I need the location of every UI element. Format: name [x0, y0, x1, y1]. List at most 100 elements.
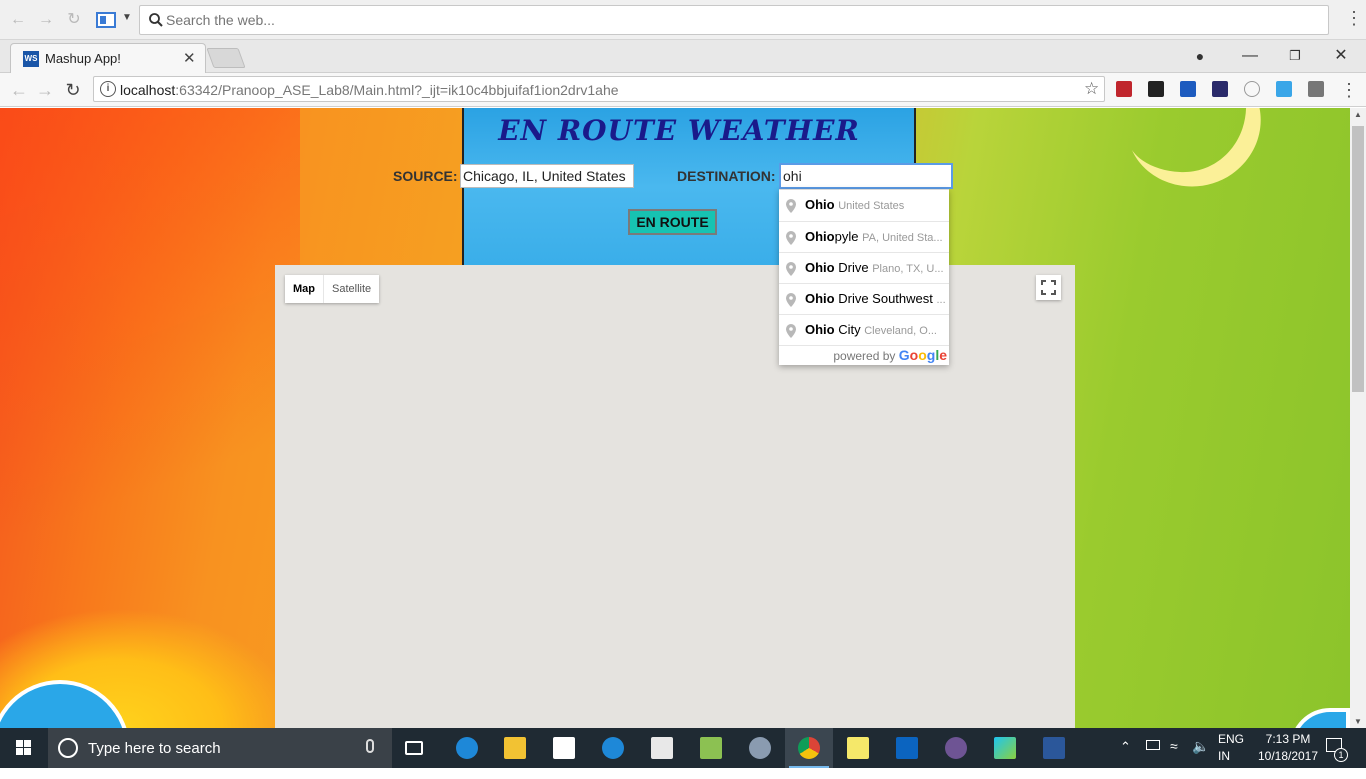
compass-icon [602, 737, 624, 759]
close-window-icon[interactable]: ✕ [1329, 46, 1353, 66]
outlook-icon [896, 737, 918, 759]
start-button[interactable] [0, 728, 48, 768]
profile-icon[interactable]: ● [1188, 46, 1212, 66]
microphone-icon[interactable] [366, 739, 374, 753]
source-label: SOURCE: [393, 168, 458, 184]
scroll-up-icon[interactable]: ▲ [1354, 110, 1362, 119]
chrome-button[interactable] [785, 728, 833, 768]
mail-button[interactable] [638, 728, 686, 768]
edge-icon [456, 737, 478, 759]
destination-input[interactable] [779, 163, 953, 189]
web-search-box[interactable] [139, 5, 1329, 35]
reload-icon[interactable]: ↻ [62, 79, 84, 101]
extension-gray-icon[interactable] [1308, 81, 1324, 97]
info-icon[interactable]: i [100, 81, 116, 97]
wifi-icon[interactable]: ≈ [1170, 738, 1178, 778]
map-pin-icon [786, 199, 796, 213]
webstorm-icon [994, 737, 1016, 759]
webstorm-favicon-icon: WS [23, 51, 39, 67]
map-pin-icon [786, 293, 796, 307]
url-text[interactable]: localhost:63342/Pranoop_ASE_Lab8/Main.ht… [120, 82, 619, 98]
github-icon [945, 737, 967, 759]
extension-dark-icon[interactable] [1212, 81, 1228, 97]
window-selector-button[interactable]: ▼ [96, 10, 132, 30]
new-tab-button[interactable] [206, 48, 246, 68]
en-route-button[interactable]: EN ROUTE [628, 209, 717, 235]
extension-red-icon[interactable] [1116, 81, 1132, 97]
battery-icon[interactable] [1146, 740, 1160, 750]
more-options-icon[interactable]: ⋮ [1345, 8, 1363, 29]
sticky-notes-icon [847, 737, 869, 759]
cortana-icon [58, 738, 78, 758]
r-app-icon [749, 737, 771, 759]
fullscreen-icon [1041, 280, 1056, 295]
file-explorer-button[interactable] [491, 728, 539, 768]
autocomplete-item[interactable]: Ohio United States [779, 190, 949, 221]
minimize-icon[interactable]: — [1238, 46, 1262, 66]
window-icon [96, 12, 116, 28]
language-indicator[interactable]: ENG IN [1218, 731, 1244, 765]
autocomplete-item[interactable]: Ohio Drive Southwest ... [779, 283, 949, 314]
web-search-input[interactable] [166, 10, 1316, 30]
scroll-down-icon[interactable]: ▼ [1354, 717, 1362, 726]
forward-icon[interactable]: → [34, 79, 56, 101]
restore-icon[interactable]: ❐ [1283, 46, 1307, 66]
map-pin-icon [786, 324, 796, 338]
back-arrow-icon[interactable]: ← [8, 10, 28, 30]
outlook-button[interactable] [883, 728, 931, 768]
show-hidden-icons[interactable]: ⌃ [1120, 739, 1131, 779]
app-title: EN ROUTE WEATHER [498, 114, 860, 147]
chrome-menu-icon[interactable]: ⋮ [1338, 79, 1360, 101]
volume-icon[interactable]: 🔈 [1192, 738, 1209, 778]
windows-taskbar: Type here to search ⌃ ≈ 🔈 ENG IN 7:13 PM 1… [0, 728, 1366, 768]
extension-weather-icon[interactable] [1276, 81, 1292, 97]
store-icon [553, 737, 575, 759]
autocomplete-dropdown: Ohio United States Ohiopyle PA, United S… [779, 189, 949, 365]
autocomplete-item[interactable]: Ohio City Cleveland, O... [779, 314, 949, 345]
r-app-button[interactable] [736, 728, 784, 768]
mail-icon [651, 737, 673, 759]
search-icon [149, 13, 163, 27]
page-scrollbar[interactable]: ▲ ▼ [1350, 108, 1366, 728]
forward-arrow-icon[interactable]: → [36, 10, 56, 30]
refresh-icon[interactable]: ↻ [64, 10, 84, 30]
map-canvas[interactable]: Map Satellite [275, 265, 1075, 728]
word-icon [1043, 737, 1065, 759]
bookmark-star-icon[interactable]: ☆ [1084, 79, 1099, 99]
task-view-button[interactable] [392, 728, 440, 768]
fullscreen-button[interactable] [1036, 275, 1061, 300]
edge-button[interactable] [443, 728, 491, 768]
tab-mashup-app[interactable]: WS Mashup App! ✕ [10, 43, 206, 73]
windows-logo-icon [16, 740, 31, 755]
chart-app-button[interactable] [687, 728, 735, 768]
autocomplete-item[interactable]: Ohiopyle PA, United Sta... [779, 221, 949, 252]
map-type-map-button[interactable]: Map [285, 275, 324, 303]
webstorm-button[interactable] [981, 728, 1029, 768]
clock[interactable]: 7:13 PM 10/18/2017 [1252, 731, 1324, 765]
taskbar-search-box[interactable]: Type here to search [48, 728, 392, 768]
scroll-thumb[interactable] [1352, 126, 1364, 392]
github-button[interactable] [932, 728, 980, 768]
app-button[interactable] [589, 728, 637, 768]
outer-toolbar: ← → ↻ ▼ ⋮ [0, 0, 1366, 40]
extension-circle-icon[interactable] [1244, 81, 1260, 97]
map-type-control: Map Satellite [285, 275, 380, 303]
cloud-decoration-right [1290, 708, 1350, 728]
source-input[interactable] [460, 164, 634, 188]
back-icon[interactable]: ← [8, 79, 30, 101]
address-toolbar: ← → ↻ i localhost:63342/Pranoop_ASE_Lab8… [0, 73, 1366, 107]
word-button[interactable] [1030, 728, 1078, 768]
autocomplete-item[interactable]: Ohio Drive Plano, TX, U... [779, 252, 949, 283]
extension-jetbrains-icon[interactable] [1148, 81, 1164, 97]
store-button[interactable] [540, 728, 588, 768]
sticky-notes-button[interactable] [834, 728, 882, 768]
google-logo: Google [898, 347, 947, 363]
map-type-satellite-button[interactable]: Satellite [324, 275, 379, 303]
close-tab-icon[interactable]: ✕ [183, 49, 196, 67]
extension-bookmark-icon[interactable] [1180, 81, 1196, 97]
chart-app-icon [700, 737, 722, 759]
notification-badge: 1 [1334, 748, 1348, 762]
tab-strip: WS Mashup App! ✕ ● — ❐ ✕ [0, 40, 1366, 73]
address-bar[interactable]: i localhost:63342/Pranoop_ASE_Lab8/Main.… [93, 76, 1105, 102]
taskbar-search-placeholder: Type here to search [88, 740, 221, 757]
